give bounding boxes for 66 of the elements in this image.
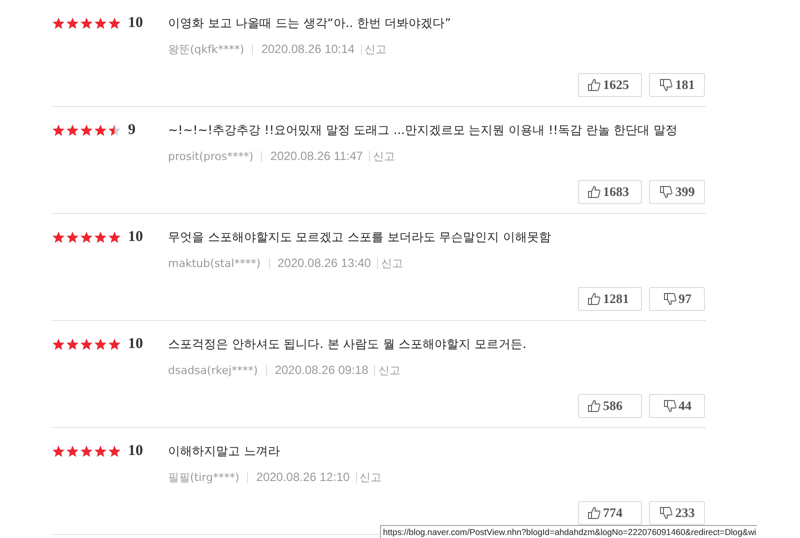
rating-score: 10 (128, 442, 144, 460)
star-icon (52, 16, 65, 30)
star-icon (108, 16, 121, 30)
star-icon (108, 230, 121, 244)
star-icon (52, 124, 65, 136)
review-text: ~!~!~!추강추강 !!요어밌재 말정 도래그 ...만지겠르모 는지뭔 이용내 !!독감 란놀 한단대 말정 (168, 122, 678, 138)
author-name: maktub(stal****) (168, 256, 261, 270)
star-icon (80, 444, 93, 458)
rating-score: 10 (128, 336, 144, 352)
thumbs-up-icon (587, 78, 601, 92)
star-icon (80, 230, 93, 244)
star-icon (66, 16, 79, 30)
star-icon (66, 230, 79, 244)
dislike-button[interactable]: 97 (649, 287, 705, 311)
link-url-tooltip: https://blog.naver.com/PostView.nhn?blogId=ahdahdzm&logNo=222076091460&redirect=Dlog&wi (380, 525, 758, 538)
like-button[interactable]: 774 (578, 501, 642, 525)
review-text: 이영화 보고 나올때 드는 생각“아.. 한번 더봐야겠다” (168, 14, 451, 32)
dislike-button[interactable]: 399 (649, 180, 705, 204)
star-icon (94, 16, 107, 30)
thumbs-down-icon (659, 506, 674, 520)
star-icon (80, 124, 93, 136)
review-date: 2020.08.26 10:14 (261, 42, 355, 56)
author-name: 필필(tirg****) (168, 470, 240, 484)
star-icon (66, 124, 79, 136)
thumbs-down-icon (662, 399, 676, 413)
review-date: 2020.08.26 13:40 (278, 256, 371, 270)
rating-score: 10 (128, 228, 144, 246)
review-text: 무엇을 스포해야할지도 모르겠고 스포를 보더라도 무슨말인지 이해못함 (168, 228, 551, 246)
star-icon (94, 124, 107, 136)
like-button[interactable]: 1281 (578, 287, 642, 311)
dislike-button[interactable]: 44 (649, 394, 705, 418)
star-icon (94, 230, 107, 244)
star-icon (108, 124, 121, 136)
rating-score: 10 (128, 14, 144, 32)
thumbs-up-icon (587, 185, 601, 199)
star-icon (108, 444, 121, 458)
author-name: prosit(pros****) (168, 150, 254, 162)
star-icon (94, 444, 107, 458)
star-icon (66, 444, 79, 458)
star-icon (52, 230, 65, 244)
thumbs-up-icon (587, 506, 601, 520)
star-icon (52, 338, 65, 350)
review-date: 2020.08.26 12:10 (256, 470, 350, 484)
star-icon (94, 338, 107, 350)
review-text: 스포걱정은 안하셔도 됩니다. 본 사람도 뭘 스포해야할지 모르거든. (168, 336, 526, 352)
like-button[interactable]: 1683 (578, 180, 642, 204)
star-icon (108, 338, 121, 350)
like-button[interactable]: 586 (578, 394, 642, 418)
author-name: 왕뚠(qkfk****) (168, 42, 244, 56)
thumbs-down-icon (659, 185, 674, 199)
star-icon (80, 338, 93, 350)
thumbs-down-icon (659, 78, 674, 92)
like-button[interactable]: 1625 (578, 73, 642, 97)
star-icon (66, 338, 79, 350)
rating-score: 9 (128, 122, 136, 138)
star-icon (52, 444, 65, 458)
review-text: 이해하지말고 느껴라 (168, 442, 280, 460)
thumbs-up-icon (587, 399, 601, 413)
review-date: 2020.08.26 09:18 (274, 363, 368, 377)
thumbs-up-icon (587, 292, 601, 306)
review-date: 2020.08.26 11:47 (270, 149, 363, 163)
dislike-button[interactable]: 181 (649, 73, 705, 97)
star-icon (80, 16, 93, 30)
thumbs-down-icon (662, 292, 676, 306)
dislike-button[interactable]: 233 (649, 501, 705, 525)
author-name: dsadsa(rkej****) (168, 364, 258, 376)
